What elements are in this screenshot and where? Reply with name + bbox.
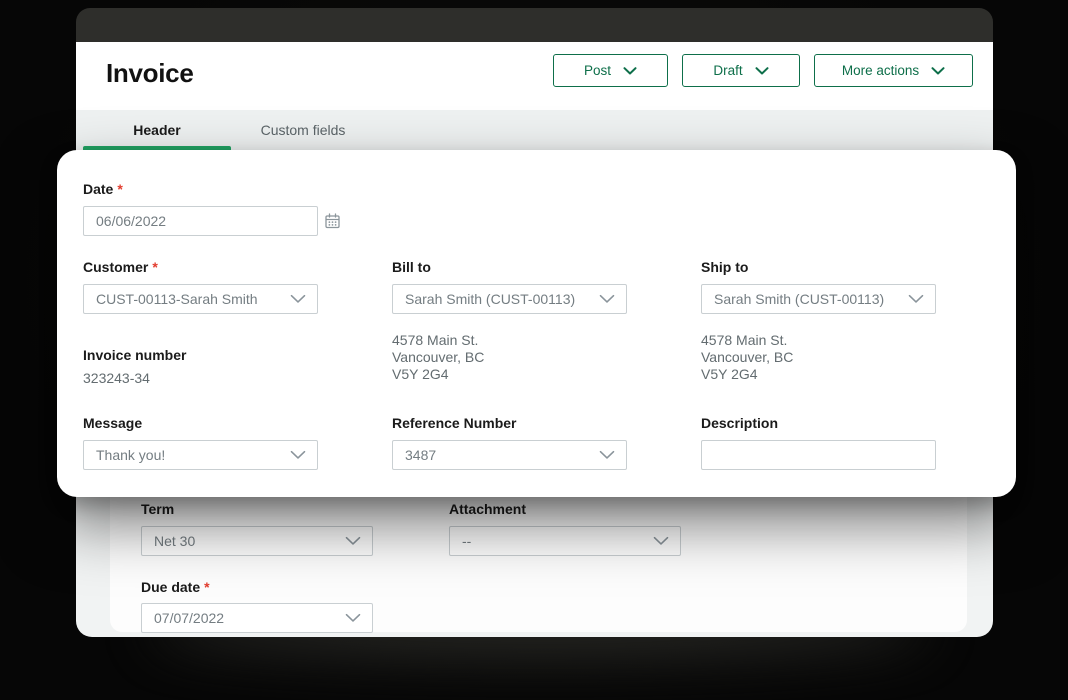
description-label: Description bbox=[701, 415, 778, 431]
invoice-number-label: Invoice number bbox=[83, 347, 186, 363]
required-asterisk: * bbox=[204, 579, 209, 595]
window-header: Invoice Post Draft More actions bbox=[76, 42, 993, 110]
address-line: V5Y 2G4 bbox=[392, 366, 484, 383]
chevron-down-icon bbox=[931, 63, 945, 78]
toolbar: Post Draft More actions bbox=[553, 54, 973, 87]
more-actions-button[interactable]: More actions bbox=[814, 54, 973, 87]
bill-to-dropdown[interactable]: Sarah Smith (CUST-00113) bbox=[392, 284, 627, 314]
ship-to-value: Sarah Smith (CUST-00113) bbox=[714, 291, 884, 307]
ship-to-address: 4578 Main St. Vancouver, BC V5Y 2G4 bbox=[701, 332, 793, 383]
required-asterisk: * bbox=[152, 259, 157, 275]
bill-to-label: Bill to bbox=[392, 259, 431, 275]
page-background: Invoice Post Draft More actions bbox=[0, 0, 1068, 700]
due-date-label: Due date* bbox=[141, 579, 210, 595]
message-label: Message bbox=[83, 415, 142, 431]
tab-header[interactable]: Header bbox=[83, 110, 231, 150]
tab-custom-fields[interactable]: Custom fields bbox=[238, 110, 368, 150]
chevron-down-icon bbox=[290, 295, 306, 304]
more-actions-button-label: More actions bbox=[842, 63, 919, 78]
attachment-label: Attachment bbox=[449, 501, 526, 517]
customer-dropdown[interactable]: CUST-00113-Sarah Smith bbox=[83, 284, 318, 314]
address-line: 4578 Main St. bbox=[392, 332, 484, 349]
term-label: Term bbox=[141, 501, 174, 517]
customer-value: CUST-00113-Sarah Smith bbox=[96, 291, 258, 307]
chevron-down-icon bbox=[290, 451, 306, 460]
address-line: 4578 Main St. bbox=[701, 332, 793, 349]
chevron-down-icon bbox=[599, 295, 615, 304]
draft-button-label: Draft bbox=[713, 63, 742, 78]
calendar-icon[interactable] bbox=[324, 213, 341, 230]
post-button[interactable]: Post bbox=[553, 54, 668, 87]
window-top-bar bbox=[76, 8, 993, 42]
due-date-value: 07/07/2022 bbox=[154, 610, 224, 626]
chevron-down-icon bbox=[345, 537, 361, 546]
attachment-dropdown[interactable]: -- bbox=[449, 526, 681, 556]
chevron-down-icon bbox=[599, 451, 615, 460]
date-input[interactable] bbox=[83, 206, 318, 236]
page-title: Invoice bbox=[106, 58, 194, 89]
chevron-down-icon bbox=[345, 614, 361, 623]
reference-number-label: Reference Number bbox=[392, 415, 517, 431]
tab-header-label: Header bbox=[133, 122, 180, 138]
chevron-down-icon bbox=[623, 63, 637, 78]
ship-to-label: Ship to bbox=[701, 259, 748, 275]
bill-to-address: 4578 Main St. Vancouver, BC V5Y 2G4 bbox=[392, 332, 484, 383]
chevron-down-icon bbox=[755, 63, 769, 78]
reference-number-dropdown[interactable]: 3487 bbox=[392, 440, 627, 470]
draft-button[interactable]: Draft bbox=[682, 54, 800, 87]
address-line: Vancouver, BC bbox=[392, 349, 484, 366]
message-value: Thank you! bbox=[96, 447, 165, 463]
term-dropdown[interactable]: Net 30 bbox=[141, 526, 373, 556]
message-dropdown[interactable]: Thank you! bbox=[83, 440, 318, 470]
term-value: Net 30 bbox=[154, 533, 195, 549]
address-line: Vancouver, BC bbox=[701, 349, 793, 366]
customer-label: Customer* bbox=[83, 259, 158, 275]
date-label: Date* bbox=[83, 181, 123, 197]
ship-to-dropdown[interactable]: Sarah Smith (CUST-00113) bbox=[701, 284, 936, 314]
chevron-down-icon bbox=[653, 537, 669, 546]
attachment-value: -- bbox=[462, 533, 471, 549]
tab-custom-fields-label: Custom fields bbox=[261, 122, 346, 138]
due-date-dropdown[interactable]: 07/07/2022 bbox=[141, 603, 373, 633]
address-line: V5Y 2G4 bbox=[701, 366, 793, 383]
invoice-header-card: Date* Customer* CUST-00113-Sarah Smith bbox=[57, 150, 1016, 497]
bill-to-value: Sarah Smith (CUST-00113) bbox=[405, 291, 575, 307]
description-input[interactable] bbox=[701, 440, 936, 470]
reference-number-value: 3487 bbox=[405, 447, 436, 463]
post-button-label: Post bbox=[584, 63, 611, 78]
tab-bar: Header Custom fields bbox=[76, 110, 993, 150]
invoice-number-value: 323243-34 bbox=[83, 370, 150, 386]
chevron-down-icon bbox=[908, 295, 924, 304]
required-asterisk: * bbox=[117, 181, 122, 197]
